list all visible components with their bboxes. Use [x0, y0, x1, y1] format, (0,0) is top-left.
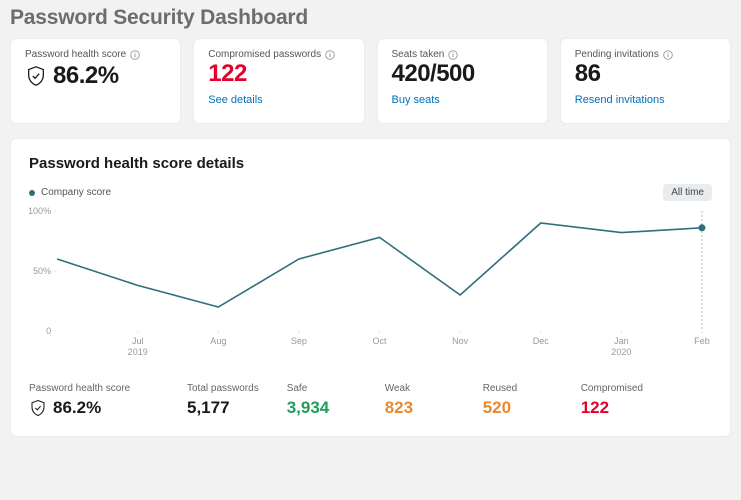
card-health-label-row: Password health score [25, 49, 166, 60]
stat-health: Password health score 86.2% [29, 383, 159, 418]
card-health-score: Password health score 86.2% [10, 38, 181, 124]
buy-seats-link[interactable]: Buy seats [392, 94, 440, 106]
stat-reused: Reused 520 [483, 383, 553, 418]
card-compromised-label-row: Compromised passwords [208, 49, 349, 60]
info-icon[interactable] [663, 50, 673, 60]
legend-label: Company score [41, 187, 111, 198]
svg-text:0: 0 [46, 326, 51, 336]
svg-text:Jul: Jul [132, 336, 144, 346]
card-compromised-value: 122 [208, 60, 349, 88]
stat-reused-label: Reused [483, 383, 553, 394]
stat-compromised: Compromised 122 [581, 383, 651, 418]
card-seats-label: Seats taken [392, 49, 445, 60]
stat-health-label: Password health score [29, 383, 159, 394]
resend-invitations-link[interactable]: Resend invitations [575, 94, 665, 106]
health-details-panel: Password health score details Company sc… [10, 138, 731, 437]
svg-text:Sep: Sep [291, 336, 307, 346]
svg-text:50%: 50% [33, 266, 51, 276]
svg-text:Nov: Nov [452, 336, 469, 346]
stat-total-value: 5,177 [187, 398, 259, 418]
stat-reused-value: 520 [483, 398, 553, 418]
info-icon[interactable] [130, 50, 140, 60]
shield-check-icon [29, 399, 47, 417]
svg-text:2019: 2019 [128, 347, 148, 357]
stat-weak-label: Weak [385, 383, 455, 394]
info-icon[interactable] [448, 50, 458, 60]
see-details-link[interactable]: See details [208, 94, 262, 106]
page-title: Password Security Dashboard [10, 6, 731, 30]
svg-text:Dec: Dec [533, 336, 550, 346]
card-compromised: Compromised passwords 122 See details [193, 38, 364, 124]
stat-safe-value: 3,934 [287, 398, 357, 418]
svg-text:100%: 100% [29, 206, 51, 216]
stat-safe-label: Safe [287, 383, 357, 394]
svg-text:Oct: Oct [373, 336, 388, 346]
legend-dot-icon [29, 190, 35, 196]
stat-compromised-label: Compromised [581, 383, 651, 394]
summary-cards: Password health score 86.2% Compromised … [10, 38, 731, 124]
card-seats: Seats taken 420/500 Buy seats [377, 38, 548, 124]
stats-row: Password health score 86.2% Total passwo… [29, 383, 712, 418]
time-range-chip[interactable]: All time [663, 184, 712, 201]
stat-weak-value: 823 [385, 398, 455, 418]
stat-total: Total passwords 5,177 [187, 383, 259, 418]
stat-weak: Weak 823 [385, 383, 455, 418]
card-pending-value: 86 [575, 60, 716, 88]
stat-total-label: Total passwords [187, 383, 259, 394]
card-seats-value: 420/500 [392, 60, 533, 88]
card-health-label: Password health score [25, 49, 126, 60]
svg-text:Jan: Jan [614, 336, 629, 346]
stat-health-value: 86.2% [53, 398, 101, 418]
chart-header: Company score All time [29, 184, 712, 201]
stat-safe: Safe 3,934 [287, 383, 357, 418]
svg-text:Feb: Feb [694, 336, 710, 346]
panel-title: Password health score details [29, 155, 712, 172]
card-seats-label-row: Seats taken [392, 49, 533, 60]
stat-compromised-value: 122 [581, 398, 651, 418]
health-score-chart: 0 50% 100% Jul2019 Aug Sep Oct Nov Dec Jan2020 Feb [29, 201, 712, 361]
svg-text:2020: 2020 [611, 347, 631, 357]
card-pending-label: Pending invitations [575, 49, 659, 60]
legend-company-score: Company score [29, 187, 111, 198]
card-compromised-label: Compromised passwords [208, 49, 321, 60]
card-health-value: 86.2% [53, 62, 119, 90]
shield-check-icon [25, 65, 47, 87]
card-pending-label-row: Pending invitations [575, 49, 716, 60]
card-pending: Pending invitations 86 Resend invitation… [560, 38, 731, 124]
svg-text:Aug: Aug [210, 336, 226, 346]
info-icon[interactable] [325, 50, 335, 60]
